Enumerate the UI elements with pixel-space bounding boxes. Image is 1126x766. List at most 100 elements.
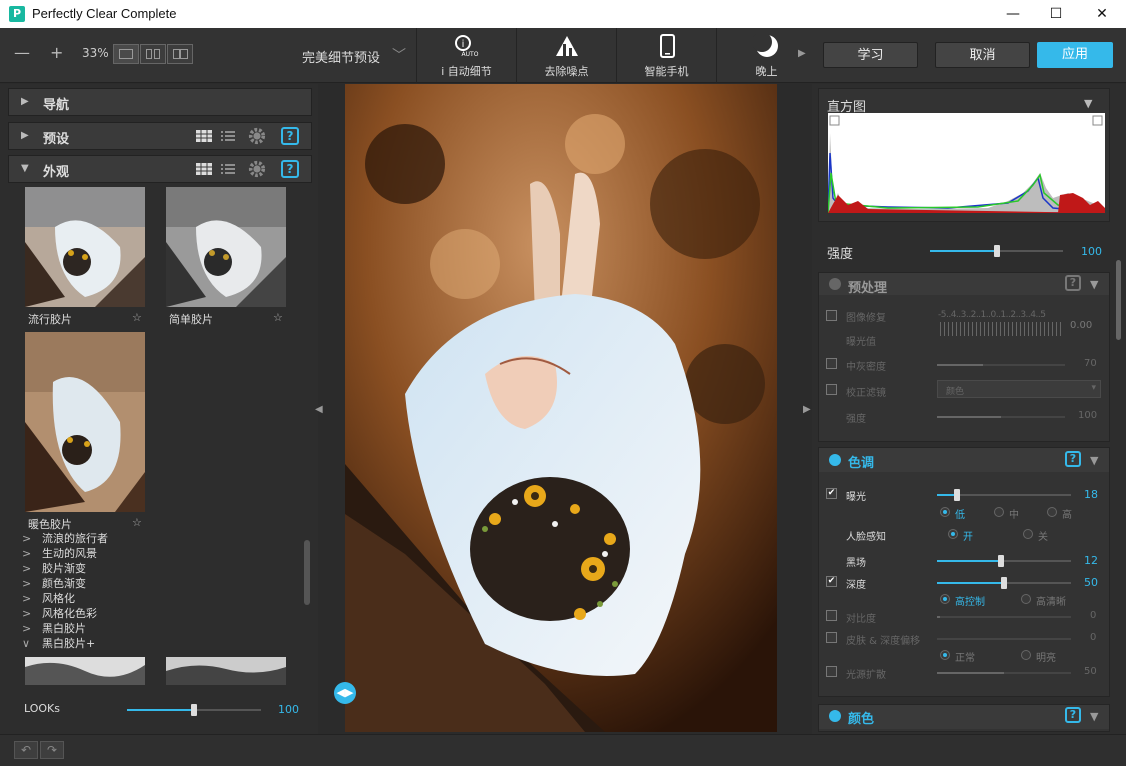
histogram-graph xyxy=(828,113,1105,213)
look-category[interactable]: > 黑白胶片 xyxy=(22,620,86,636)
look-category[interactable]: > 胶片渐变 xyxy=(22,560,86,576)
help-icon[interactable]: ? xyxy=(1065,707,1081,723)
slider-knob[interactable] xyxy=(993,245,1000,257)
single-view-button[interactable] xyxy=(113,44,139,64)
help-icon[interactable]: ? xyxy=(1065,451,1081,467)
look-category[interactable]: ∨ 黑白胶片+ xyxy=(22,635,95,651)
star-icon[interactable]: ☆ xyxy=(132,516,142,529)
collapse-left-icon[interactable]: ◀ xyxy=(315,404,323,415)
help-icon[interactable]: ? xyxy=(281,160,299,178)
compare-toggle-icon[interactable]: ◀▶ xyxy=(334,682,356,704)
slider-knob[interactable] xyxy=(998,555,1005,567)
help-icon[interactable]: ? xyxy=(281,127,299,145)
tool-denoise[interactable]: 去除噪点 xyxy=(516,28,616,83)
light-diffusion-checkbox[interactable] xyxy=(826,666,837,677)
list-view-icon[interactable] xyxy=(219,161,237,177)
section-looks[interactable]: ▼ 外观 ? xyxy=(8,155,312,183)
exposure-ruler[interactable] xyxy=(940,322,1064,336)
chevron-down-icon[interactable]: ▼ xyxy=(1090,278,1098,291)
section-nav[interactable]: ▶ 导航 xyxy=(8,88,312,116)
list-view-icon[interactable] xyxy=(219,128,237,144)
chevron-down-icon[interactable]: ▼ xyxy=(1090,710,1098,723)
look-thumbnail[interactable] xyxy=(25,332,145,512)
side-by-side-view-button[interactable] xyxy=(167,44,193,64)
image-repair-checkbox[interactable] xyxy=(826,310,837,321)
look-category[interactable]: > 风格化 xyxy=(22,590,75,606)
filter-checkbox[interactable] xyxy=(826,384,837,395)
tool-auto-detail[interactable]: i AUTO i 自动细节 xyxy=(416,28,516,83)
chevron-down-icon[interactable]: ▼ xyxy=(1090,454,1098,467)
grid-view-icon[interactable] xyxy=(195,128,213,144)
tool-smartphone[interactable]: 智能手机 xyxy=(616,28,716,83)
nd-checkbox[interactable] xyxy=(826,358,837,369)
minimize-button[interactable]: — xyxy=(990,0,1036,28)
radio-low[interactable] xyxy=(940,507,950,517)
radio-bright[interactable] xyxy=(1021,650,1031,660)
left-scrollbar[interactable] xyxy=(304,540,310,605)
help-icon[interactable]: ? xyxy=(1065,275,1081,291)
grid-view-icon[interactable] xyxy=(195,161,213,177)
tool-label: 智能手机 xyxy=(644,65,689,78)
radio-normal[interactable] xyxy=(940,650,950,660)
preprocess-title: 预处理 xyxy=(848,281,888,296)
look-category[interactable]: > 颜色渐变 xyxy=(22,575,86,591)
radio-bright-label: 明亮 xyxy=(1036,653,1056,664)
slider-knob[interactable] xyxy=(191,704,197,716)
look-thumbnail[interactable] xyxy=(25,187,145,307)
radio-high-control[interactable] xyxy=(940,594,950,604)
apply-button[interactable]: 应用 xyxy=(1037,42,1113,68)
gear-icon[interactable] xyxy=(247,127,267,145)
radio-high-clarity[interactable] xyxy=(1021,594,1031,604)
look-thumbnail[interactable] xyxy=(166,187,286,307)
looks-slider[interactable] xyxy=(127,704,261,716)
color-toggle-icon[interactable] xyxy=(829,710,841,722)
contrast-checkbox[interactable] xyxy=(826,610,837,621)
skin-depth-slider[interactable] xyxy=(937,638,1071,640)
right-scrollbar[interactable] xyxy=(1116,260,1121,340)
preprocess-toggle-icon[interactable] xyxy=(829,278,841,290)
light-diffusion-slider[interactable] xyxy=(937,672,1071,674)
radio-high[interactable] xyxy=(1047,507,1057,517)
section-presets[interactable]: ▶ 预设 ? xyxy=(8,122,312,150)
nd-slider[interactable] xyxy=(937,364,1065,366)
depth-slider[interactable] xyxy=(937,577,1071,589)
radio-face-on[interactable] xyxy=(948,529,958,539)
redo-button[interactable]: ↷ xyxy=(40,741,64,759)
toolbar-scroll-right-icon[interactable]: ▶ xyxy=(798,48,806,59)
tone-toggle-icon[interactable] xyxy=(829,454,841,466)
look-category[interactable]: > 生动的风景 xyxy=(22,545,97,561)
split-view-button[interactable] xyxy=(140,44,166,64)
learn-button[interactable]: 学习 xyxy=(823,42,918,68)
radio-mid[interactable] xyxy=(994,507,1004,517)
exposure-checkbox[interactable]: ✔ xyxy=(826,488,837,499)
contrast-slider[interactable] xyxy=(937,616,1071,618)
slider-knob[interactable] xyxy=(954,489,961,501)
maximize-button[interactable]: ☐ xyxy=(1033,0,1079,28)
cancel-button[interactable]: 取消 xyxy=(935,42,1030,68)
look-category[interactable]: > 流浪的旅行者 xyxy=(22,530,108,546)
preset-selector[interactable]: 完美细节预设 xyxy=(302,47,380,66)
collapse-right-icon[interactable]: ▶ xyxy=(803,404,811,415)
gear-icon[interactable] xyxy=(247,160,267,178)
zoom-out-button[interactable]: — xyxy=(14,43,30,62)
close-button[interactable]: ✕ xyxy=(1079,0,1125,28)
look-category[interactable]: > 风格化色彩 xyxy=(22,605,97,621)
star-icon[interactable]: ☆ xyxy=(273,311,283,324)
look-thumbnail[interactable] xyxy=(25,657,145,685)
star-icon[interactable]: ☆ xyxy=(132,311,142,324)
slider-knob[interactable] xyxy=(1001,577,1007,589)
skin-depth-checkbox[interactable] xyxy=(826,632,837,643)
chevron-down-icon[interactable]: ▼ xyxy=(1084,97,1092,110)
undo-button[interactable]: ↶ xyxy=(14,741,38,759)
black-point-slider[interactable] xyxy=(937,555,1071,567)
filter-strength-slider[interactable] xyxy=(937,416,1065,418)
look-thumbnail[interactable] xyxy=(166,657,286,685)
filter-select[interactable]: 颜色 ▾ xyxy=(937,380,1101,398)
radio-face-off[interactable] xyxy=(1023,529,1033,539)
chevron-down-icon[interactable]: ﹀ xyxy=(392,45,406,65)
strength-slider[interactable] xyxy=(930,245,1063,257)
look-category-label: 黑白胶片 xyxy=(42,622,86,635)
zoom-in-button[interactable]: + xyxy=(50,43,63,62)
tone-exposure-slider[interactable] xyxy=(937,489,1071,501)
depth-checkbox[interactable]: ✔ xyxy=(826,576,837,587)
